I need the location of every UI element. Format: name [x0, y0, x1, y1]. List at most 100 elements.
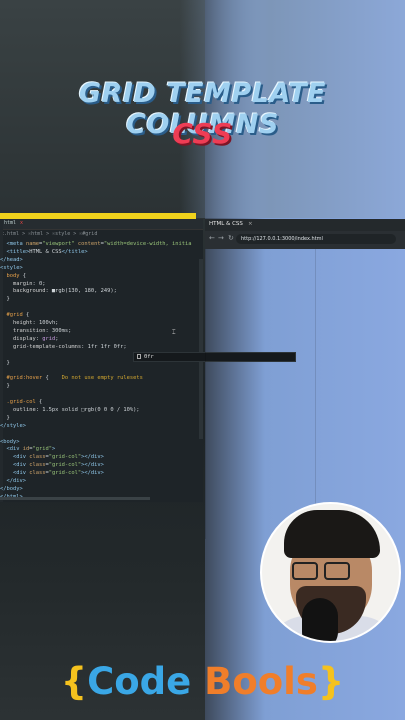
- code-token: </head>: [0, 256, 23, 263]
- code-token: .grid-col: [0, 399, 36, 405]
- code-line[interactable]: .grid-col {: [0, 398, 42, 406]
- code-token: >: [51, 446, 56, 453]
- code-token: : 0;: [32, 280, 46, 287]
- code-token: }: [0, 414, 10, 421]
- code-token: {: [35, 399, 43, 405]
- browser-window: HTML & CSS × ← → ↻ http://127.0.0.1:3000…: [205, 219, 405, 249]
- code-token: grid-template-columns: [0, 343, 82, 350]
- code-token: #grid:hover: [0, 375, 43, 382]
- code-token: body: [0, 272, 20, 279]
- code-token: #grid: [0, 312, 23, 319]
- code-token: }: [0, 296, 10, 303]
- code-token: display: [0, 335, 36, 342]
- logo-bools: Bools: [191, 660, 318, 703]
- code-line[interactable]: transition: 300ms;: [0, 327, 71, 335]
- code-line[interactable]: }: [0, 414, 10, 422]
- code-token: HTML & CSS: [29, 248, 62, 255]
- code-token: transition: [0, 327, 46, 334]
- glasses-icon: [324, 562, 350, 580]
- code-token: <body>: [0, 438, 20, 445]
- code-token: }: [0, 359, 10, 366]
- code-line[interactable]: <meta name="viewport" content="width=dev…: [0, 240, 192, 248]
- code-token: : 1.5px solid □rgb(0 0 0 / 10%);: [35, 406, 140, 413]
- code-token: name: [25, 241, 39, 247]
- reload-icon[interactable]: ↻: [228, 234, 234, 242]
- code-token: "grid-col": [48, 462, 82, 469]
- code-line[interactable]: <title>HTML & CSS</title>: [0, 248, 88, 256]
- back-icon[interactable]: ←: [209, 234, 215, 242]
- code-line[interactable]: display: grid;: [0, 335, 58, 343]
- code-line[interactable]: #grid {: [0, 311, 29, 319]
- presenter-hair: [284, 510, 380, 558]
- code-token: "viewport": [42, 241, 75, 247]
- code-token: ></div>: [81, 462, 104, 469]
- code-token: Do not use empty rulesets: [48, 375, 143, 382]
- code-token: "grid-col": [48, 454, 82, 461]
- code-line[interactable]: </style>: [0, 422, 26, 430]
- editor-scrollbar[interactable]: [199, 259, 203, 439]
- code-token: margin: [0, 280, 33, 287]
- code-token: "grid": [32, 446, 52, 453]
- webcam-overlay: [260, 502, 401, 643]
- code-line[interactable]: #grid:hover { Do not use empty rulesets: [0, 374, 143, 382]
- code-line[interactable]: <div id="grid">: [0, 445, 55, 453]
- code-token: </title>: [61, 248, 88, 255]
- code-token: <div: [0, 454, 30, 461]
- grid-column: [315, 249, 405, 539]
- grid-column: [205, 249, 315, 539]
- code-line[interactable]: }: [0, 295, 10, 303]
- code-token: ></div>: [81, 470, 104, 477]
- code-token: class: [29, 462, 46, 469]
- code-line[interactable]: <div class="grid-col"></div>: [0, 461, 104, 469]
- code-token: </div>: [0, 478, 26, 484]
- code-token: <div: [0, 462, 30, 469]
- logo-brace-close: }: [317, 660, 345, 703]
- code-token: height: [0, 320, 33, 326]
- code-token: background: [0, 288, 46, 295]
- code-line[interactable]: height: 100vh;: [0, 319, 58, 327]
- code-token: : 300ms;: [45, 327, 72, 334]
- code-token: content: [77, 241, 101, 247]
- browser-tab[interactable]: HTML & CSS: [209, 221, 243, 227]
- code-line[interactable]: }: [0, 382, 9, 390]
- code-line[interactable]: </head>: [0, 256, 23, 264]
- code-token: {: [19, 272, 26, 279]
- editor-tab[interactable]: .html: [1, 220, 16, 226]
- code-line[interactable]: grid-template-columns: 1fr 1fr 0fr;: [0, 343, 127, 351]
- code-line[interactable]: outline: 1.5px solid □rgb(0 0 0 / 10%);: [0, 406, 140, 414]
- code-token: </body>: [0, 485, 23, 492]
- code-line[interactable]: </body>: [0, 485, 23, 493]
- code-line[interactable]: background: ■rgb(130, 180, 249);: [0, 287, 117, 295]
- code-line[interactable]: margin: 0;: [0, 280, 45, 288]
- code-line[interactable]: <style>: [0, 264, 23, 272]
- value-icon: [137, 354, 141, 359]
- code-token: "width=device-width, initia: [103, 241, 192, 247]
- code-token: {: [22, 312, 30, 319]
- close-icon[interactable]: ×: [248, 221, 253, 227]
- forward-icon[interactable]: →: [218, 234, 224, 242]
- code-token: <meta: [0, 241, 26, 247]
- logo-brace-open: {: [60, 660, 88, 703]
- code-token: grid: [42, 335, 56, 342]
- code-line[interactable]: </div>: [0, 477, 26, 485]
- code-token: "grid-col": [48, 470, 82, 477]
- code-token: <title>: [0, 248, 30, 255]
- code-token: ;: [55, 335, 59, 342]
- code-token: </style>: [0, 422, 26, 429]
- code-token: <div: [0, 446, 23, 453]
- code-line[interactable]: <div class="grid-col"></div>: [0, 453, 104, 461]
- address-bar[interactable]: http://127.0.0.1:3000/index.html: [236, 234, 396, 244]
- video-subtitle: CSS: [172, 117, 233, 150]
- code-line[interactable]: <body>: [0, 438, 19, 446]
- close-icon[interactable]: x: [20, 220, 23, 226]
- code-token: <div: [0, 470, 30, 477]
- breadcrumb[interactable]: x.html > ☉html > ☉style > ☉#grid: [0, 231, 203, 239]
- editor-tab-bar: .html x: [0, 219, 203, 230]
- code-line[interactable]: }: [0, 359, 10, 367]
- code-line[interactable]: body {: [0, 272, 26, 280]
- editor-horizontal-scrollbar[interactable]: [0, 497, 150, 500]
- code-token: ></div>: [81, 454, 104, 461]
- microphone-icon: [302, 598, 338, 641]
- code-line[interactable]: <div class="grid-col"></div>: [0, 469, 104, 477]
- code-token: outline: [0, 406, 36, 413]
